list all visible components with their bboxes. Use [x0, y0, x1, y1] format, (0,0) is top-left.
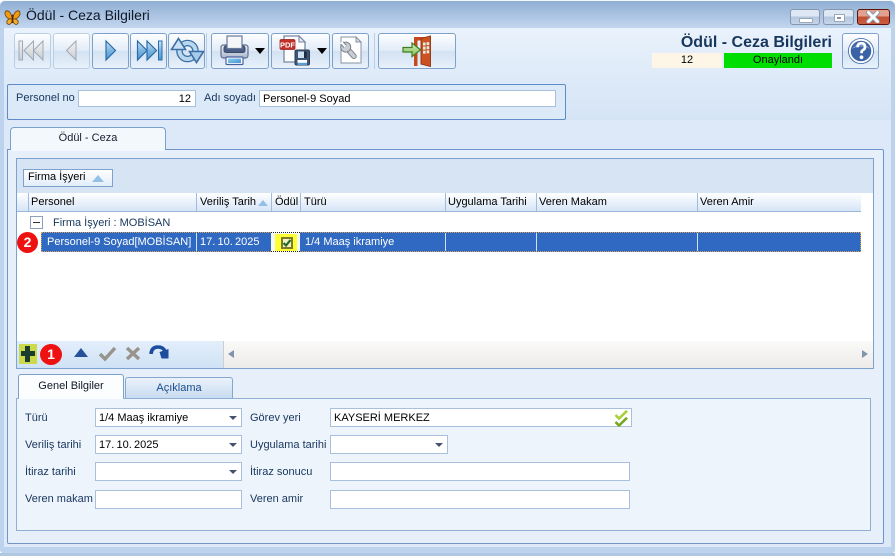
- svg-text:PDF: PDF: [280, 40, 295, 49]
